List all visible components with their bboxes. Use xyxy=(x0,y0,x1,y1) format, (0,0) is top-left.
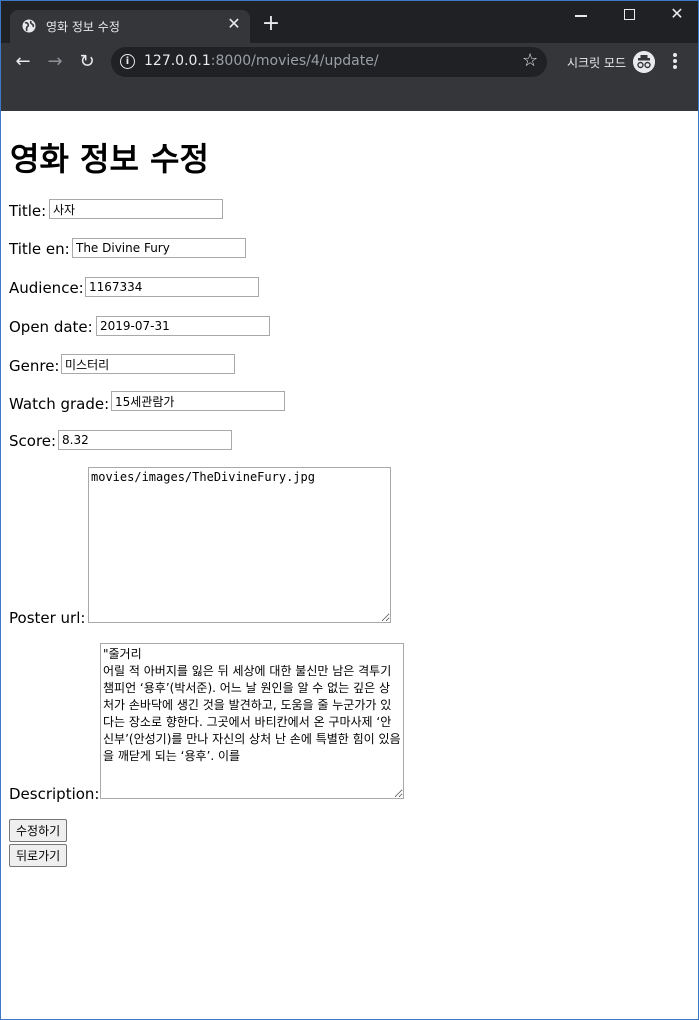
title-input[interactable] xyxy=(49,199,223,219)
audience-row: Audience: xyxy=(9,278,84,297)
tab-strip: 영화 정보 수정 ✕ + ✕ xyxy=(1,1,698,43)
incognito-icon[interactable] xyxy=(633,51,655,73)
title-row: Title: xyxy=(9,201,46,220)
close-tab-icon[interactable]: ✕ xyxy=(225,15,243,33)
genre-label: Genre: xyxy=(9,357,60,375)
tab-title: 영화 정보 수정 xyxy=(46,20,120,34)
minimize-icon[interactable] xyxy=(575,15,587,17)
score-row: Score: xyxy=(9,431,56,450)
audience-label: Audience: xyxy=(9,279,84,297)
reload-icon[interactable]: ↻ xyxy=(76,51,98,73)
title-en-row: Title en: xyxy=(9,239,70,258)
genre-input[interactable] xyxy=(61,354,235,374)
browser-tab[interactable]: 영화 정보 수정 ✕ xyxy=(10,10,250,43)
watch-grade-row: Watch grade: xyxy=(9,394,109,413)
browser-window: 영화 정보 수정 ✕ + ✕ ← → ↻ i 127.0.0.1:8000/mo… xyxy=(0,0,699,1020)
forward-arrow-icon[interactable]: → xyxy=(44,51,66,73)
close-window-icon[interactable]: ✕ xyxy=(669,4,685,24)
title-en-input[interactable] xyxy=(72,238,246,258)
poster-url-row: Poster url: xyxy=(9,608,85,627)
url-host: 127.0.0.1 xyxy=(144,53,211,69)
globe-icon xyxy=(22,19,36,33)
browser-toolbar: ← → ↻ i 127.0.0.1:8000/movies/4/update/ … xyxy=(1,43,698,111)
address-bar[interactable]: i 127.0.0.1:8000/movies/4/update/ ☆ xyxy=(111,47,547,77)
poster-url-label: Poster url: xyxy=(9,609,86,627)
incognito-label: 시크릿 모드 xyxy=(567,56,627,70)
score-label: Score: xyxy=(9,432,57,450)
star-icon[interactable]: ☆ xyxy=(522,50,538,71)
audience-input[interactable] xyxy=(85,277,259,297)
watch-grade-label: Watch grade: xyxy=(9,395,110,413)
back-arrow-icon[interactable]: ← xyxy=(12,51,34,73)
open-date-input[interactable] xyxy=(96,316,270,336)
new-tab-icon[interactable]: + xyxy=(259,13,283,37)
url-text: 127.0.0.1:8000/movies/4/update/ xyxy=(144,53,379,69)
submit-button[interactable]: 수정하기 xyxy=(9,819,68,842)
score-input[interactable] xyxy=(58,430,232,450)
maximize-icon[interactable] xyxy=(624,9,635,20)
more-menu-icon[interactable] xyxy=(673,53,677,71)
open-date-label: Open date: xyxy=(9,318,93,336)
title-label: Title: xyxy=(9,202,47,220)
back-button[interactable]: 뒤로가기 xyxy=(9,844,68,867)
open-date-row: Open date: xyxy=(9,317,93,336)
description-textarea[interactable]: "줄거리 어릴 적 아버지를 잃은 뒤 세상에 대한 불신만 남은 격투기 챔피… xyxy=(100,643,404,799)
title-en-label: Title en: xyxy=(9,240,70,258)
page-content: 영화 정보 수정 Title: Title en: Audience: Open… xyxy=(1,112,698,1019)
url-path: :8000/movies/4/update/ xyxy=(210,53,379,69)
genre-row: Genre: xyxy=(9,356,59,375)
info-icon[interactable]: i xyxy=(120,54,135,69)
poster-url-textarea[interactable]: movies/images/TheDivineFury.jpg xyxy=(88,467,391,623)
watch-grade-input[interactable] xyxy=(111,391,285,411)
description-row: Description: xyxy=(9,784,99,803)
page-title: 영화 정보 수정 xyxy=(10,140,209,178)
description-label: Description: xyxy=(9,785,100,803)
